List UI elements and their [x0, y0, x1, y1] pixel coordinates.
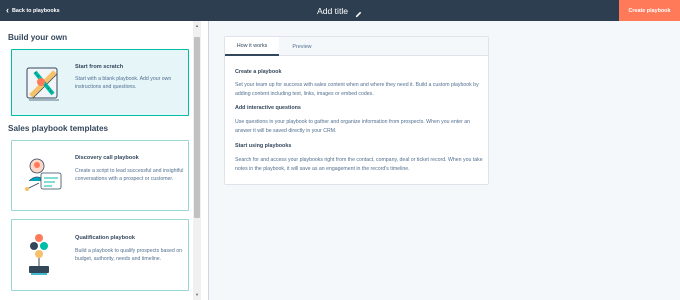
tab-how-it-works[interactable]: How it works [225, 37, 279, 56]
info-heading: Create a playbook [235, 69, 282, 75]
back-link-label: Back to playbooks [12, 7, 60, 14]
scroll-up-arrow-icon[interactable]: ▲ [194, 23, 200, 29]
left-panel-scrollbar[interactable]: ▲ ▼ [193, 21, 201, 300]
section-heading-build-your-own: Build your own [8, 33, 68, 42]
scroll-down-arrow-icon[interactable]: ▼ [194, 292, 200, 298]
template-card-discovery-call[interactable]: Discovery call playbook Create a script … [11, 140, 189, 211]
chevron-left-icon: ‹ [6, 4, 9, 15]
section-heading-sales-templates: Sales playbook templates [8, 124, 109, 133]
template-list-panel: Build your own Start from scratch Start … [0, 21, 209, 300]
card-description: Start with a blank playbook. Add your ow… [75, 76, 172, 91]
discovery-call-icon [21, 153, 67, 199]
how-it-works-card: How it works Preview Create a playbook S… [224, 36, 489, 185]
info-text: Set your team up for success with sales … [235, 82, 479, 97]
top-bar: ‹ Back to playbooks Add title Create pla… [0, 0, 680, 21]
info-text: Use questions in your playbook to gather… [235, 119, 471, 134]
qualification-icon [21, 232, 67, 278]
card-title: Qualification playbook [75, 235, 135, 241]
card-description: Create a script to lead successful and i… [75, 168, 184, 183]
info-tabs: How it works Preview [225, 37, 488, 56]
card-description: Build a playbook to qualify prospects ba… [75, 248, 182, 263]
info-heading: Add interactive questions [235, 105, 301, 111]
title-area: Add title [0, 0, 680, 21]
back-to-playbooks-link[interactable]: ‹ Back to playbooks [6, 0, 60, 21]
scroll-thumb[interactable] [194, 37, 200, 218]
page-title[interactable]: Add title [317, 6, 348, 16]
template-card-qualification[interactable]: Qualification playbook Build a playbook … [11, 219, 189, 291]
card-title: Start from scratch [75, 64, 124, 70]
pencil-edit-icon[interactable] [354, 6, 363, 18]
card-title: Discovery call playbook [75, 155, 139, 161]
info-heading: Start using playbooks [235, 143, 292, 149]
tab-preview[interactable]: Preview [279, 37, 325, 56]
template-card-start-from-scratch[interactable]: Start from scratch Start with a blank pl… [11, 49, 189, 116]
create-playbook-button[interactable]: Create playbook [619, 0, 680, 21]
info-text: Search for and access your playbooks rig… [235, 157, 483, 172]
pencil-ruler-icon [21, 60, 67, 106]
